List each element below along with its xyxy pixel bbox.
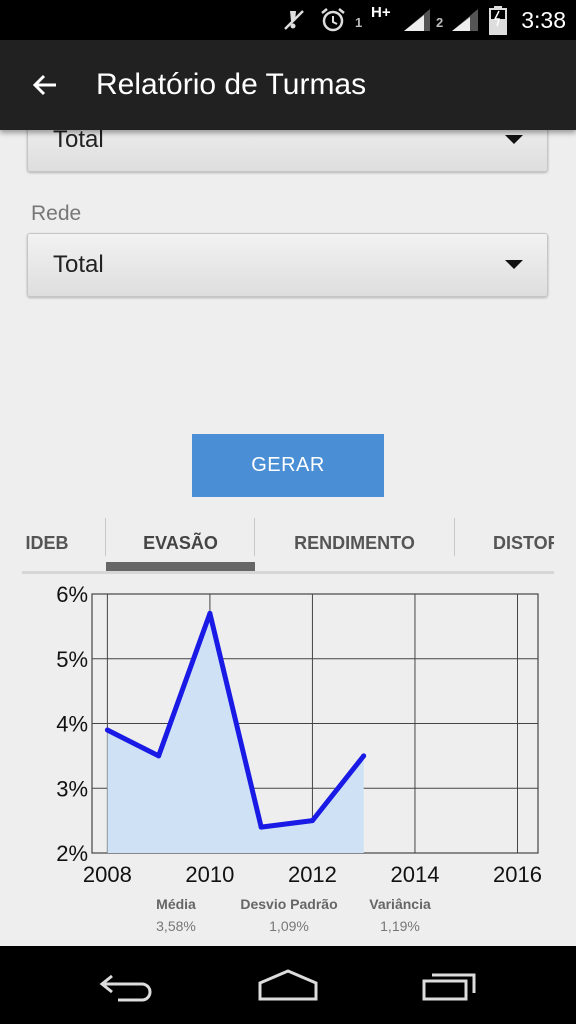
back-nav-button[interactable] bbox=[73, 946, 183, 1024]
navigation-bar bbox=[0, 946, 576, 1024]
stat-desvio-padrao: Desvio Padrão 1,09% bbox=[229, 896, 349, 934]
app-bar: Relatório de Turmas bbox=[0, 40, 576, 130]
stat-label: Média bbox=[156, 896, 196, 912]
tab-rendimento[interactable]: RENDIMENTO bbox=[255, 512, 454, 574]
mute-icon bbox=[281, 0, 307, 40]
arrow-left-icon bbox=[32, 74, 56, 96]
tab-distorcao[interactable]: DISTORÇÃO bbox=[493, 512, 554, 574]
data-point bbox=[309, 818, 315, 824]
stat-value: 1,19% bbox=[380, 918, 420, 934]
sim2-label: 2 bbox=[436, 14, 444, 30]
dropdown-caret-icon bbox=[505, 135, 523, 144]
stat-label: Variância bbox=[369, 896, 431, 912]
stats-row: Média 3,58% Desvio Padrão 1,09% Variânci… bbox=[0, 896, 576, 946]
tab-ideb[interactable]: IDEB bbox=[22, 512, 72, 574]
rede-spinner-value: Total bbox=[53, 251, 104, 278]
tab-underline bbox=[22, 571, 554, 574]
chart-svg: 2%3%4%5%6%2008 2010 2012 2014 2016 bbox=[56, 582, 542, 887]
back-nav-icon bbox=[99, 974, 152, 1002]
sim1-label: 1 bbox=[355, 14, 363, 30]
recents-nav-button[interactable] bbox=[395, 946, 505, 1024]
home-nav-button[interactable] bbox=[233, 946, 343, 1024]
network-type-label: H+ bbox=[371, 3, 391, 21]
stat-label: Desvio Padrão bbox=[240, 896, 338, 912]
x-tick-label: 2014 bbox=[390, 862, 439, 887]
x-tick-label: 2012 bbox=[288, 862, 337, 887]
data-point bbox=[258, 824, 264, 830]
stat-value: 3,58% bbox=[156, 918, 196, 934]
data-point bbox=[207, 610, 213, 616]
y-tick-label: 3% bbox=[56, 776, 88, 801]
data-point bbox=[156, 753, 162, 759]
alarm-icon bbox=[319, 0, 347, 40]
dropdown-caret-icon bbox=[505, 260, 523, 269]
home-nav-icon bbox=[258, 969, 318, 1001]
signal-icon bbox=[402, 0, 432, 40]
x-tick-label: 2008 bbox=[83, 862, 132, 887]
x-tick-label: 2016 bbox=[493, 862, 542, 887]
y-tick-label: 5% bbox=[56, 647, 88, 672]
y-tick-label: 6% bbox=[56, 582, 88, 607]
gerar-button[interactable]: GERAR bbox=[192, 434, 384, 497]
back-button[interactable] bbox=[22, 62, 68, 108]
page-title: Relatório de Turmas bbox=[96, 68, 367, 101]
status-time: 3:38 bbox=[521, 6, 566, 33]
stat-value: 1,09% bbox=[269, 918, 309, 934]
x-tick-label: 2010 bbox=[185, 862, 234, 887]
y-tick-label: 4% bbox=[56, 712, 88, 737]
stat-media: Média 3,58% bbox=[116, 896, 236, 934]
stat-variancia: Variância 1,19% bbox=[340, 896, 460, 934]
data-point bbox=[361, 753, 367, 759]
status-bar: 1 H+ 2 3:38 bbox=[0, 0, 576, 40]
series-area bbox=[107, 613, 364, 853]
evasao-chart: 2% 3% 4% 5% 6% 2008 2010 2012 2014 2016 bbox=[22, 580, 554, 900]
rede-label: Rede bbox=[31, 202, 82, 225]
battery-icon bbox=[488, 0, 508, 40]
top-spinner[interactable]: Total bbox=[27, 130, 548, 172]
data-point bbox=[104, 727, 110, 733]
signal-icon bbox=[450, 0, 480, 40]
recents-nav-icon bbox=[422, 973, 476, 1001]
top-spinner-value: Total bbox=[53, 130, 104, 153]
content-area: Total Rede Total GERAR IDEB EVASÃO RENDI… bbox=[0, 130, 576, 946]
rede-spinner[interactable]: Total bbox=[27, 233, 548, 297]
tab-divider bbox=[454, 518, 455, 556]
tab-strip: IDEB EVASÃO RENDIMENTO DISTORÇÃO bbox=[22, 512, 554, 574]
